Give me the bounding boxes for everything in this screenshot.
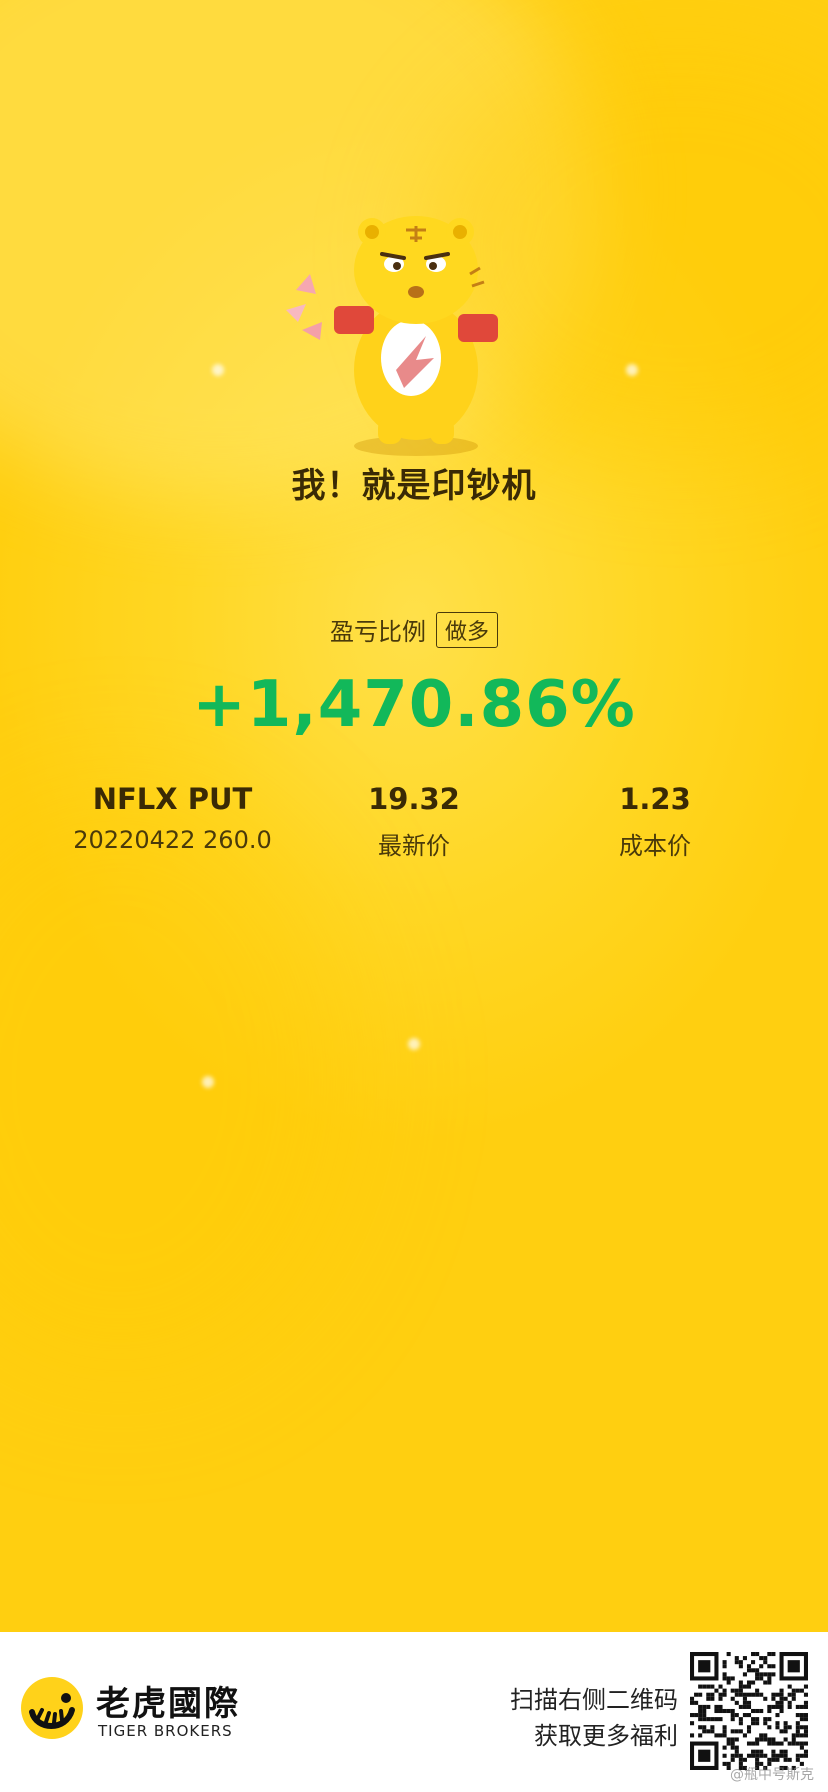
- brand-name-cn: 老虎國際: [96, 1684, 240, 1724]
- sparkle: [202, 1076, 214, 1088]
- footer-bar: 老虎國際 TIGER BROKERS 扫描右侧二维码 获取更多福利: [0, 1632, 828, 1792]
- scan-line-1: 扫描右侧二维码: [510, 1686, 678, 1714]
- cost-price-info: 1.23 成本价: [555, 782, 755, 861]
- pnl-percent-value: +1,470.86%: [192, 668, 636, 742]
- qr-code-icon[interactable]: [690, 1652, 808, 1770]
- last-price-value: 19.32: [368, 782, 460, 816]
- tiger-mascot-icon: [286, 216, 498, 456]
- pnl-ratio-header: 盈亏比例 做多: [0, 612, 828, 648]
- share-poster: 我！就是印钞机 盈亏比例 做多 +1,470.86% NFLX PUT 20220…: [0, 0, 828, 1632]
- sparkle: [626, 364, 638, 376]
- contract-detail: 20220422 260.0: [73, 826, 272, 854]
- scan-line-2: 获取更多福利: [534, 1722, 678, 1750]
- cost-price-value: 1.23: [619, 782, 691, 816]
- sparkle: [408, 1038, 420, 1050]
- contract-symbol: NFLX PUT: [92, 782, 253, 816]
- tiger-logo-icon: [21, 1677, 83, 1739]
- slogan-title: 我！就是印钞机: [291, 466, 537, 506]
- last-price-info: 19.32 最新价: [314, 782, 514, 861]
- watermark: @瓶中号斯克: [730, 1767, 814, 1783]
- scan-prompt: 扫描右侧二维码 获取更多福利: [510, 1682, 678, 1754]
- brand-name-en: TIGER BROKERS: [98, 1722, 233, 1740]
- background-swirl: [0, 780, 360, 1380]
- cost-price-label: 成本价: [619, 832, 691, 860]
- direction-badge: 做多: [435, 612, 498, 648]
- pnl-ratio-label: 盈亏比例: [329, 618, 426, 646]
- last-price-label: 最新价: [378, 832, 450, 860]
- contract-info: NFLX PUT 20220422 260.0: [50, 782, 295, 854]
- sparkle: [212, 364, 224, 376]
